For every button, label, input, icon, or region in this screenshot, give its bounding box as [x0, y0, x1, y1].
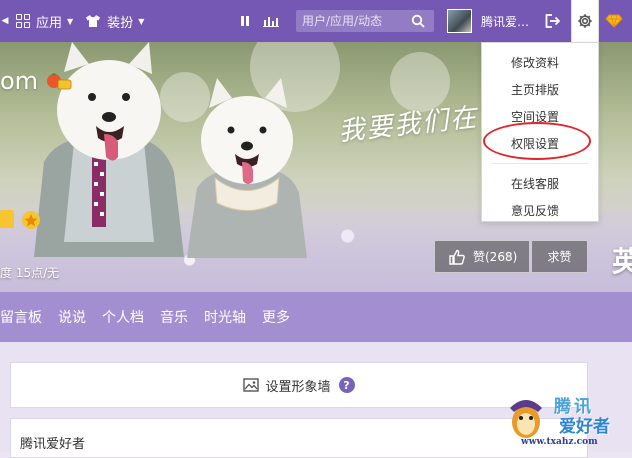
star-badge-icon — [22, 211, 40, 229]
equalizer-button[interactable] — [260, 10, 282, 32]
ask-like-button[interactable]: 求赞 — [531, 240, 588, 273]
menu-item-online-service[interactable]: 在线客服 — [482, 170, 598, 197]
equalizer-icon — [263, 17, 279, 27]
diamond-icon — [605, 14, 623, 28]
nav-item-shuoshuo[interactable]: 说说 — [50, 307, 94, 327]
music-controls — [232, 10, 284, 32]
gear-icon — [578, 14, 592, 28]
apps-grid-icon — [16, 14, 30, 28]
menu-item-space-settings[interactable]: 空间设置 — [482, 103, 598, 130]
settings-dropdown-menu: 修改资料 主页排版 空间设置 权限设置 在线客服 意见反馈 — [481, 42, 599, 222]
dog-right-image — [187, 78, 307, 258]
nav-item-music[interactable]: 音乐 — [152, 307, 196, 327]
shirt-icon — [86, 15, 101, 27]
help-icon[interactable]: ? — [338, 377, 355, 393]
nav-item-guestbook[interactable]: 留言板 — [0, 307, 50, 327]
menu-item-edit-profile[interactable]: 修改资料 — [482, 49, 598, 76]
image-wall-label: 设置形象墙 — [265, 379, 331, 395]
watermark-url: www.txahz.com — [521, 437, 598, 447]
search-box — [296, 10, 434, 32]
menu-divider — [492, 163, 588, 164]
username-link[interactable]: 腾讯爱… — [481, 0, 529, 42]
pause-button[interactable] — [234, 10, 256, 32]
search-icon[interactable] — [408, 10, 428, 32]
like-count: 赞(268) — [473, 250, 518, 264]
banner-slogan: 我要我们在 — [337, 102, 480, 148]
menu-item-feedback[interactable]: 意见反馈 — [482, 197, 598, 224]
caret-down-icon: ▼ — [67, 16, 74, 26]
dressup-menu-button[interactable]: 装扮 ▼ — [79, 0, 150, 42]
logout-icon — [545, 14, 561, 28]
level-badge-icon — [47, 73, 72, 90]
avatar[interactable] — [447, 9, 472, 33]
vip-badge-icon — [0, 210, 14, 228]
watermark-site: 爱好者 — [559, 417, 610, 437]
chevron-left-icon[interactable]: ◀ — [0, 0, 10, 42]
logout-button[interactable] — [542, 10, 564, 32]
nav-item-profile[interactable]: 个人档 — [94, 307, 152, 327]
pause-icon — [241, 16, 249, 26]
vip-diamond-button[interactable] — [603, 10, 625, 32]
thumbs-up-icon — [449, 249, 465, 265]
dressup-label: 装扮 — [107, 15, 134, 31]
apps-label: 应用 — [36, 15, 63, 31]
nav-item-timeline[interactable]: 时光轴 — [196, 307, 254, 327]
watermark-mascot-icon — [510, 400, 542, 438]
owner-name: 腾讯爱好者 — [20, 437, 86, 452]
owner-name-card: 腾讯爱好者 — [10, 418, 588, 458]
nav-item-more[interactable]: 更多 — [254, 307, 298, 327]
settings-button[interactable] — [571, 0, 599, 42]
space-points-text: 度 15点/无 — [0, 266, 60, 280]
set-image-wall-button[interactable]: 设置形象墙 ? — [243, 376, 355, 395]
like-button[interactable]: 赞(268) — [434, 240, 530, 273]
menu-item-permission-settings[interactable]: 权限设置 — [482, 130, 598, 157]
space-title-text: om — [0, 67, 39, 95]
top-bar: ◀ 应用 ▼ 装扮 ▼ 腾讯爱… — [0, 0, 632, 42]
banner-decor-text: 英 — [612, 245, 632, 278]
image-wall-card: 设置形象墙 ? — [10, 362, 588, 408]
menu-item-homepage-layout[interactable]: 主页排版 — [482, 76, 598, 103]
apps-menu-button[interactable]: 应用 ▼ — [10, 0, 79, 42]
picture-icon — [243, 378, 260, 392]
search-input[interactable] — [296, 10, 408, 32]
like-group: 赞(268) 求赞 — [434, 240, 588, 273]
space-nav: 留言板 说说 个人档 音乐 时光轴 更多 — [0, 292, 632, 342]
caret-down-icon: ▼ — [138, 16, 145, 26]
